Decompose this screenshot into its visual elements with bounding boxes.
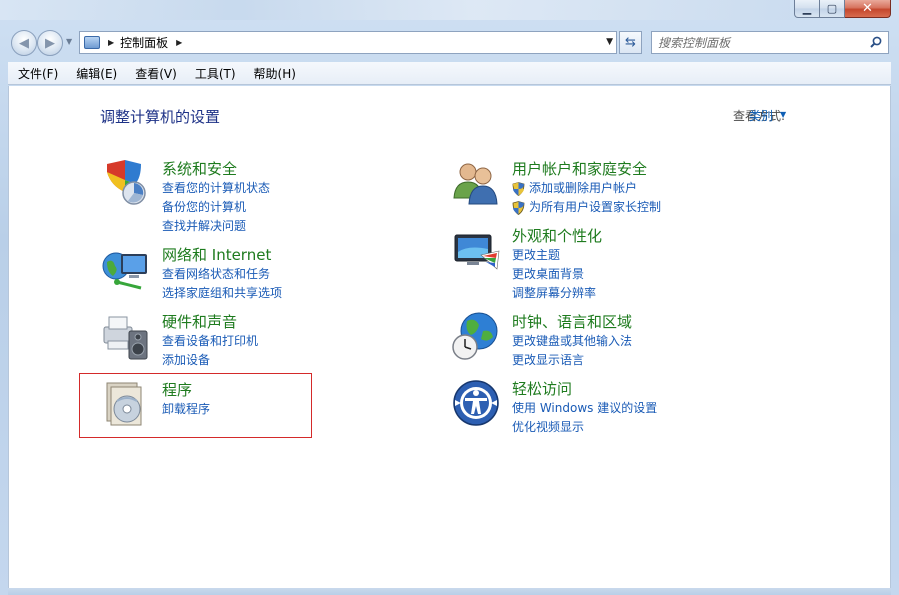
forward-arrow-icon: ▶ <box>45 35 55 51</box>
main-content: 调整计算机的设置 查看方式: 类别 ▼ 系统和安全 查看您的计算机状态 备份您的… <box>8 86 891 588</box>
link-devices-printers[interactable]: 查看设备和打印机 <box>162 332 258 351</box>
appearance-icon[interactable] <box>451 225 501 275</box>
page-title: 调整计算机的设置 <box>100 108 221 126</box>
category-title[interactable]: 硬件和声音 <box>162 311 237 332</box>
menu-edit[interactable]: 编辑(E) <box>67 65 126 82</box>
system-security-icon[interactable] <box>101 158 151 208</box>
hardware-sound-icon[interactable] <box>101 311 151 361</box>
view-by-dropdown[interactable]: 类别 <box>749 107 773 124</box>
window-bottom-border <box>8 588 891 595</box>
link-change-display-language[interactable]: 更改显示语言 <box>512 351 632 370</box>
link-change-theme[interactable]: 更改主题 <box>512 246 596 265</box>
menu-help[interactable]: 帮助(H) <box>245 65 305 82</box>
uac-shield-icon <box>512 182 525 196</box>
link-parental-controls[interactable]: 为所有用户设置家长控制 <box>512 198 661 217</box>
close-button[interactable]: ✕ <box>845 0 891 18</box>
link-label: 为所有用户设置家长控制 <box>529 200 662 214</box>
link-view-computer-status[interactable]: 查看您的计算机状态 <box>162 179 270 198</box>
link-change-background[interactable]: 更改桌面背景 <box>512 265 596 284</box>
category-title[interactable]: 时钟、语言和区域 <box>512 311 632 332</box>
category-title[interactable]: 系统和安全 <box>162 158 237 179</box>
link-view-network-status[interactable]: 查看网络状态和任务 <box>162 265 282 284</box>
back-arrow-icon: ◀ <box>19 35 29 51</box>
user-accounts-icon[interactable] <box>451 158 501 208</box>
forward-button[interactable]: ▶ <box>37 30 63 56</box>
menu-file[interactable]: 文件(F) <box>8 65 67 82</box>
title-bar <box>0 0 790 20</box>
link-label: 添加或删除用户帐户 <box>529 181 638 195</box>
window-caption-buttons: ▁ ▢ ✕ <box>794 0 891 18</box>
category-title[interactable]: 网络和 Internet <box>162 244 271 265</box>
programs-highlight-box <box>79 373 312 438</box>
ease-of-access-icon[interactable] <box>451 378 501 428</box>
recent-pages-dropdown[interactable]: ▼ <box>66 37 72 46</box>
link-backup-computer[interactable]: 备份您的计算机 <box>162 198 270 217</box>
breadcrumb-control-panel[interactable]: 控制面板 <box>120 34 168 51</box>
link-troubleshoot[interactable]: 查找并解决问题 <box>162 217 270 236</box>
refresh-icon: ⇆ <box>625 35 636 50</box>
navigation-bar: ◀ ▶ ▼ ▶ 控制面板 ▶ ▼ ⇆ <box>8 28 891 58</box>
clock-language-icon[interactable] <box>451 311 501 361</box>
breadcrumb-arrow-icon[interactable]: ▶ <box>176 38 182 47</box>
link-add-remove-accounts[interactable]: 添加或删除用户帐户 <box>512 179 661 198</box>
control-panel-icon <box>84 36 100 49</box>
link-windows-recommended-settings[interactable]: 使用 Windows 建议的设置 <box>512 399 657 418</box>
link-screen-resolution[interactable]: 调整屏幕分辨率 <box>512 284 596 303</box>
menu-view[interactable]: 查看(V) <box>126 65 186 82</box>
maximize-button[interactable]: ▢ <box>820 0 845 18</box>
address-dropdown-icon[interactable]: ▼ <box>606 37 613 47</box>
search-input[interactable] <box>658 35 858 50</box>
link-homegroup-sharing[interactable]: 选择家庭组和共享选项 <box>162 284 282 303</box>
breadcrumb-arrow-icon[interactable]: ▶ <box>108 38 114 47</box>
uac-shield-icon <box>512 201 525 215</box>
category-title[interactable]: 轻松访问 <box>512 378 572 399</box>
menu-tools[interactable]: 工具(T) <box>186 65 245 82</box>
minimize-button[interactable]: ▁ <box>794 0 820 18</box>
category-title[interactable]: 外观和个性化 <box>512 225 602 246</box>
back-button[interactable]: ◀ <box>11 30 37 56</box>
network-internet-icon[interactable] <box>101 244 151 294</box>
search-box[interactable] <box>651 31 889 54</box>
search-icon[interactable] <box>870 36 882 48</box>
address-bar[interactable]: ▶ 控制面板 ▶ ▼ <box>79 31 617 54</box>
refresh-button[interactable]: ⇆ <box>619 31 642 54</box>
link-optimize-visual-display[interactable]: 优化视频显示 <box>512 418 657 437</box>
chevron-down-icon[interactable]: ▼ <box>780 110 786 119</box>
link-add-device[interactable]: 添加设备 <box>162 351 258 370</box>
link-change-input-method[interactable]: 更改键盘或其他输入法 <box>512 332 632 351</box>
category-title[interactable]: 用户帐户和家庭安全 <box>512 158 647 179</box>
menu-bar: 文件(F) 编辑(E) 查看(V) 工具(T) 帮助(H) <box>8 62 891 85</box>
